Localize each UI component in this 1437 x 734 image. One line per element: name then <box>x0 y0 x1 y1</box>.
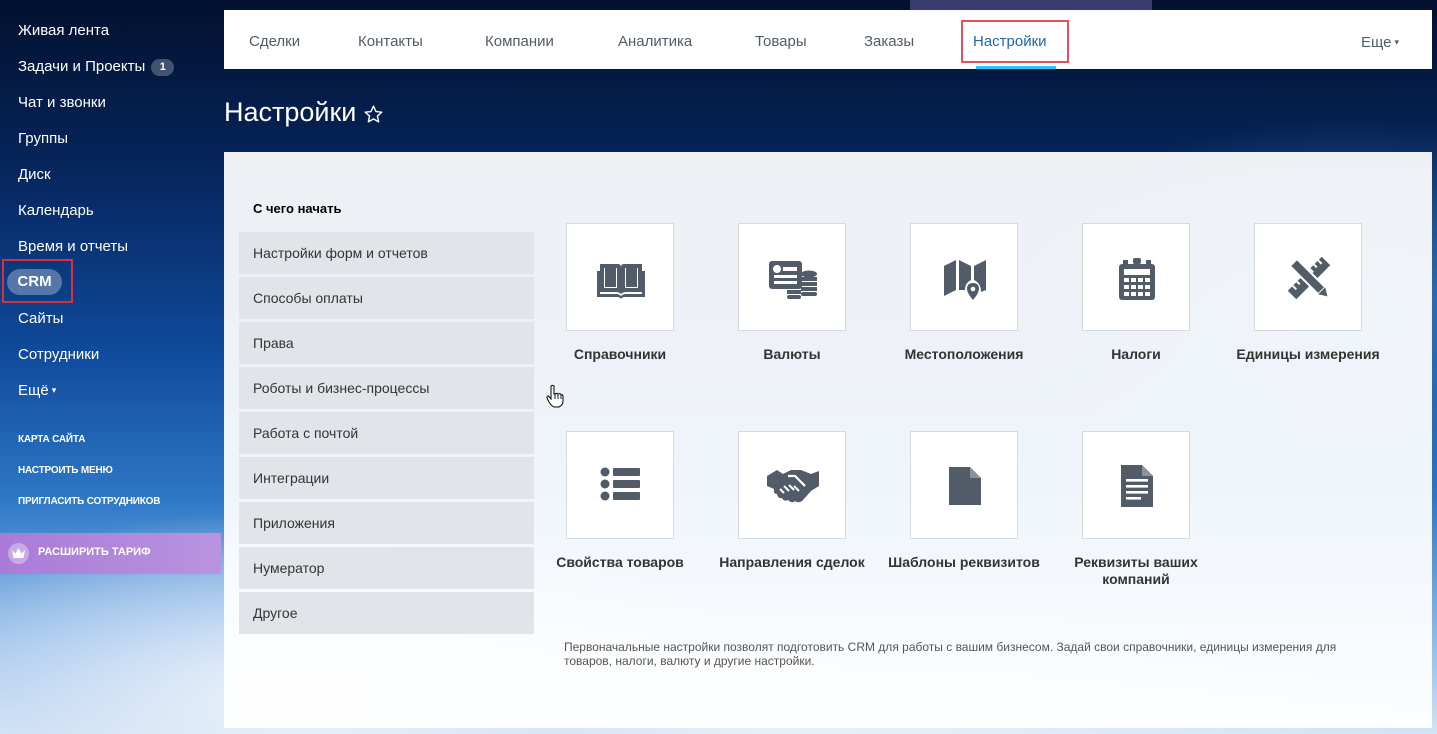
menu-item-tasks[interactable]: Задачи и Проекты 1 <box>18 56 175 78</box>
tile-label: Налоги <box>1111 346 1161 362</box>
menu-item-label: Сотрудники <box>18 346 100 363</box>
tab-more-label: Еще <box>1361 34 1392 51</box>
menu-item-label: Диск <box>18 166 51 183</box>
tasks-counter-badge: 1 <box>151 59 175 76</box>
tab-contacts[interactable]: Контакты <box>358 10 423 69</box>
tile-label: Свойства товаров <box>556 554 684 570</box>
tab-products[interactable]: Товары <box>755 10 807 69</box>
tile-deal-pipelines[interactable] <box>738 431 846 539</box>
list-icon <box>600 467 640 501</box>
tile-directories[interactable] <box>566 223 674 331</box>
configure-menu-link[interactable]: Настроить меню <box>18 465 113 476</box>
star-icon[interactable] <box>363 104 384 125</box>
menu-item-label: Живая лента <box>18 22 110 39</box>
menu-item-time-reports[interactable]: Время и отчеты <box>18 236 128 258</box>
menu-item-more[interactable]: Ещё ▾ <box>18 379 56 401</box>
left-menu: Живая лента Задачи и Проекты 1 Чат и звон… <box>0 0 222 734</box>
calculator-icon <box>1119 258 1155 300</box>
header-accent <box>910 0 1152 10</box>
tile-label: Направления сделок <box>719 554 865 570</box>
menu-item-label: Время и отчеты <box>18 238 129 255</box>
tile-label: Реквизиты ваших компаний <box>1074 554 1198 587</box>
currency-icon <box>769 261 817 299</box>
active-tab-underline <box>976 66 1056 69</box>
chevron-down-icon: ▾ <box>51 385 57 395</box>
sidebar-item-mail[interactable]: Работа с почтой <box>239 412 534 454</box>
tab-settings[interactable]: Настройки <box>973 10 1047 69</box>
document-icon <box>1121 465 1153 507</box>
sidebar-item-other[interactable]: Другое <box>239 592 534 634</box>
sidebar-item-permissions[interactable]: Права <box>239 322 534 364</box>
crown-icon <box>8 543 29 564</box>
tile-label: Местоположения <box>904 346 1024 362</box>
menu-item-live-feed[interactable]: Живая лента <box>18 20 109 42</box>
menu-item-groups[interactable]: Группы <box>18 128 68 150</box>
tile-product-properties[interactable] <box>566 431 674 539</box>
menu-item-label: Календарь <box>18 202 94 219</box>
tile-requisite-templates[interactable] <box>910 431 1018 539</box>
sidebar-item-integrations[interactable]: Интеграции <box>239 457 534 499</box>
sidebar-item-payment-methods[interactable]: Способы оплаты <box>239 277 534 319</box>
tab-more[interactable]: Еще ▾ <box>1361 10 1399 69</box>
tile-units[interactable] <box>1254 223 1362 331</box>
tile-label: Единицы измерения <box>1236 346 1380 362</box>
upgrade-plan-label: Расширить тариф <box>38 546 151 558</box>
menu-item-disk[interactable]: Диск <box>18 164 51 186</box>
book-icon <box>597 264 645 299</box>
menu-item-label: Ещё <box>18 382 49 399</box>
sidebar-item-forms-reports[interactable]: Настройки форм и отчетов <box>239 232 534 274</box>
page-title: Настройки <box>224 97 357 127</box>
tab-orders[interactable]: Заказы <box>864 10 914 69</box>
section-title: С чего начать <box>253 201 342 216</box>
tile-locations[interactable] <box>910 223 1018 331</box>
tab-companies[interactable]: Компании <box>485 10 554 69</box>
tile-taxes[interactable] <box>1082 223 1190 331</box>
chevron-down-icon: ▾ <box>1394 37 1400 47</box>
menu-item-label: Сайты <box>18 310 64 327</box>
menu-item-sites[interactable]: Сайты <box>18 308 63 330</box>
hand-cursor-icon <box>546 384 564 408</box>
tab-deals[interactable]: Сделки <box>249 10 300 69</box>
menu-item-employees[interactable]: Сотрудники <box>18 344 99 366</box>
menu-item-label: Задачи и Проекты <box>18 58 146 75</box>
settings-panel: С чего начать Настройки форм и отчетов С… <box>224 152 1432 728</box>
sidebar-item-applications[interactable]: Приложения <box>239 502 534 544</box>
sidebar-item-robots[interactable]: Роботы и бизнес-процессы <box>239 367 534 409</box>
settings-description: Первоначальные настройки позволят подгот… <box>564 640 1337 668</box>
menu-item-crm[interactable]: CRM <box>7 269 62 295</box>
menu-item-chat[interactable]: Чат и звонки <box>18 92 106 114</box>
upgrade-plan-button[interactable]: Расширить тариф <box>0 533 221 574</box>
tile-label: Валюты <box>763 346 821 362</box>
tile-currencies[interactable] <box>738 223 846 331</box>
tile-label: Шаблоны реквизитов <box>888 554 1040 570</box>
map-icon <box>944 260 986 300</box>
tile-label: Справочники <box>573 346 667 362</box>
top-nav: Сделки Контакты Компании Аналитика Товар… <box>224 10 1432 69</box>
tab-analytics[interactable]: Аналитика <box>618 10 692 69</box>
invite-employees-link[interactable]: Пригласить сотрудников <box>18 496 160 507</box>
ruler-pencil-icon <box>1287 256 1331 300</box>
handshake-icon <box>767 470 819 503</box>
tile-company-requisites[interactable] <box>1082 431 1190 539</box>
sidebar-item-numerator[interactable]: Нумератор <box>239 547 534 589</box>
menu-item-label: Чат и звонки <box>18 94 106 111</box>
menu-item-calendar[interactable]: Календарь <box>18 200 94 222</box>
sitemap-link[interactable]: Карта сайта <box>18 434 85 445</box>
menu-item-label: Группы <box>18 130 68 147</box>
file-icon <box>949 467 981 505</box>
